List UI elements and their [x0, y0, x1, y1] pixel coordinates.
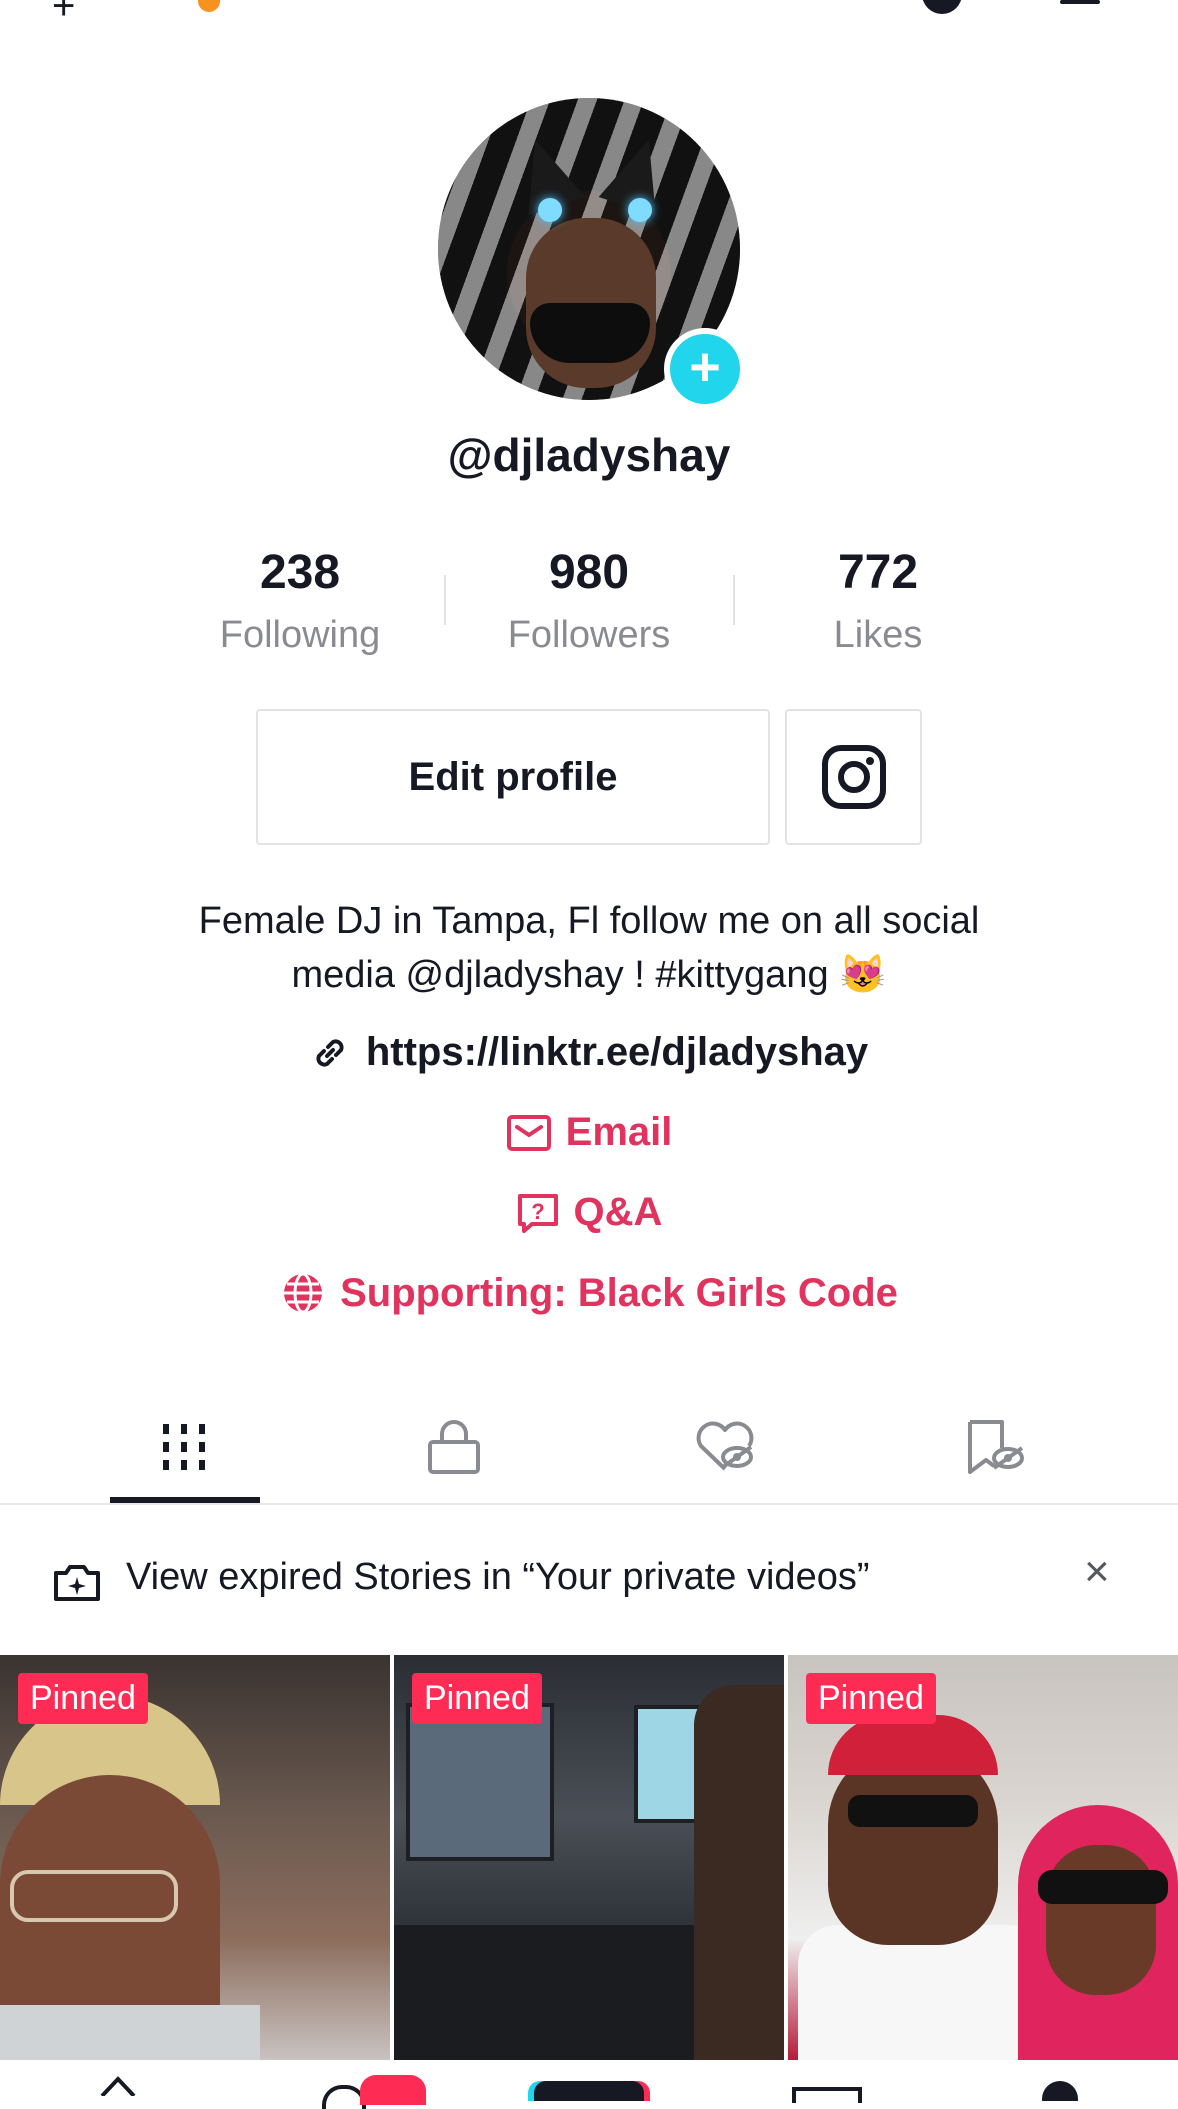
- ear-light-right: [628, 198, 652, 222]
- home-icon[interactable]: [98, 2075, 138, 2096]
- thumb-monitor: [406, 1703, 554, 1861]
- likes-count: 772: [837, 546, 919, 599]
- ear-light-left: [538, 198, 562, 222]
- edit-profile-button[interactable]: Edit profile: [256, 709, 770, 845]
- video-thumbnail[interactable]: Pinned: [788, 1655, 1178, 2060]
- add-friend-icon[interactable]: +: [52, 0, 75, 26]
- email-button[interactable]: Email: [0, 1110, 1178, 1155]
- avatar-mask: [530, 303, 650, 363]
- thumb-shirt: [798, 1925, 1048, 2060]
- thumb-woman-face: [1046, 1845, 1156, 1995]
- account-avatar-icon[interactable]: [922, 0, 962, 14]
- stat-following[interactable]: 238 Following: [155, 545, 445, 657]
- globe-icon: [284, 1272, 323, 1314]
- grid-icon: [163, 1424, 205, 1470]
- pinned-badge: Pinned: [806, 1673, 936, 1724]
- profile-icon[interactable]: [1042, 2081, 1078, 2101]
- close-icon[interactable]: ×: [1084, 1550, 1110, 1594]
- inbox-tray-icon[interactable]: [792, 2087, 862, 2103]
- tab-favorites[interactable]: [848, 1390, 1142, 1504]
- video-thumbnail[interactable]: Pinned: [394, 1655, 784, 2060]
- envelope-icon: [506, 1114, 551, 1151]
- heart-hidden-icon: [696, 1421, 754, 1471]
- question-box-icon: ?: [517, 1193, 558, 1233]
- thumb-woman-sunglasses: [1038, 1870, 1168, 1904]
- lock-icon: [428, 1420, 480, 1474]
- qa-button[interactable]: ? Q&A: [0, 1190, 1178, 1235]
- following-count: 238: [259, 546, 341, 599]
- bio-line-2: media @djladyshay ! #kittygang: [291, 954, 829, 996]
- likes-label: Likes: [833, 614, 923, 656]
- followers-count: 980: [548, 546, 630, 599]
- link-text[interactable]: https://linktr.ee/djladyshay: [366, 1030, 868, 1075]
- bottom-navigation: [0, 2075, 1178, 2109]
- top-bar: +: [0, 0, 1178, 26]
- stat-followers[interactable]: 980 Followers: [444, 545, 734, 657]
- thumb-man: [828, 1745, 998, 1945]
- menu-icon[interactable]: [1060, 0, 1100, 4]
- supporting-nonprofit[interactable]: Supporting: Black Girls Code: [0, 1270, 1178, 1316]
- heart-eyes-cat-emoji: 😻: [839, 954, 887, 996]
- thumb-dj-decks: [394, 1925, 694, 2060]
- thumb-shirt: [0, 2005, 260, 2060]
- thumb-cap: [828, 1715, 998, 1775]
- qa-label: Q&A: [573, 1190, 663, 1234]
- following-label: Following: [219, 614, 381, 656]
- video-thumbnail[interactable]: Pinned: [0, 1655, 390, 2060]
- bio-link[interactable]: https://linktr.ee/djladyshay: [0, 1030, 1178, 1075]
- thumb-person: [694, 1685, 784, 2060]
- instagram-icon: [821, 745, 886, 809]
- edit-profile-label: Edit profile: [408, 754, 618, 799]
- instagram-button[interactable]: [785, 709, 922, 845]
- bio-line-2-wrap: media @djladyshay ! #kittygang 😻: [100, 948, 1078, 1002]
- tab-liked[interactable]: [579, 1390, 873, 1504]
- stat-likes: 772 Likes: [733, 545, 1023, 657]
- creator-tools-icon[interactable]: [198, 0, 220, 12]
- notice-text: View expired Stories in “Your private vi…: [126, 1556, 870, 1598]
- profile-tabs: [0, 1390, 1178, 1504]
- notification-badge: [360, 2075, 426, 2105]
- followers-label: Followers: [507, 614, 671, 656]
- tab-private[interactable]: [307, 1390, 601, 1504]
- supporting-label: Supporting: Black Girls Code: [340, 1270, 898, 1315]
- username: @djladyshay: [447, 429, 731, 481]
- tabs-divider: [0, 1503, 1178, 1505]
- pinned-badge: Pinned: [18, 1673, 148, 1724]
- bio-line-1: Female DJ in Tampa, Fl follow me on all …: [198, 900, 980, 942]
- bio: Female DJ in Tampa, Fl follow me on all …: [100, 894, 1078, 1002]
- pinned-badge: Pinned: [412, 1673, 542, 1724]
- thumb-glasses: [10, 1870, 178, 1922]
- bookmark-hidden-icon: [968, 1420, 1024, 1474]
- thumb-sunglasses: [848, 1795, 978, 1827]
- tab-videos[interactable]: [37, 1390, 331, 1504]
- svg-text:?: ?: [531, 1199, 544, 1224]
- create-button[interactable]: [534, 2081, 644, 2101]
- story-camera-icon: [54, 1565, 100, 1601]
- email-label: Email: [565, 1110, 673, 1154]
- add-story-button[interactable]: +: [664, 328, 746, 410]
- link-icon: [316, 1038, 344, 1067]
